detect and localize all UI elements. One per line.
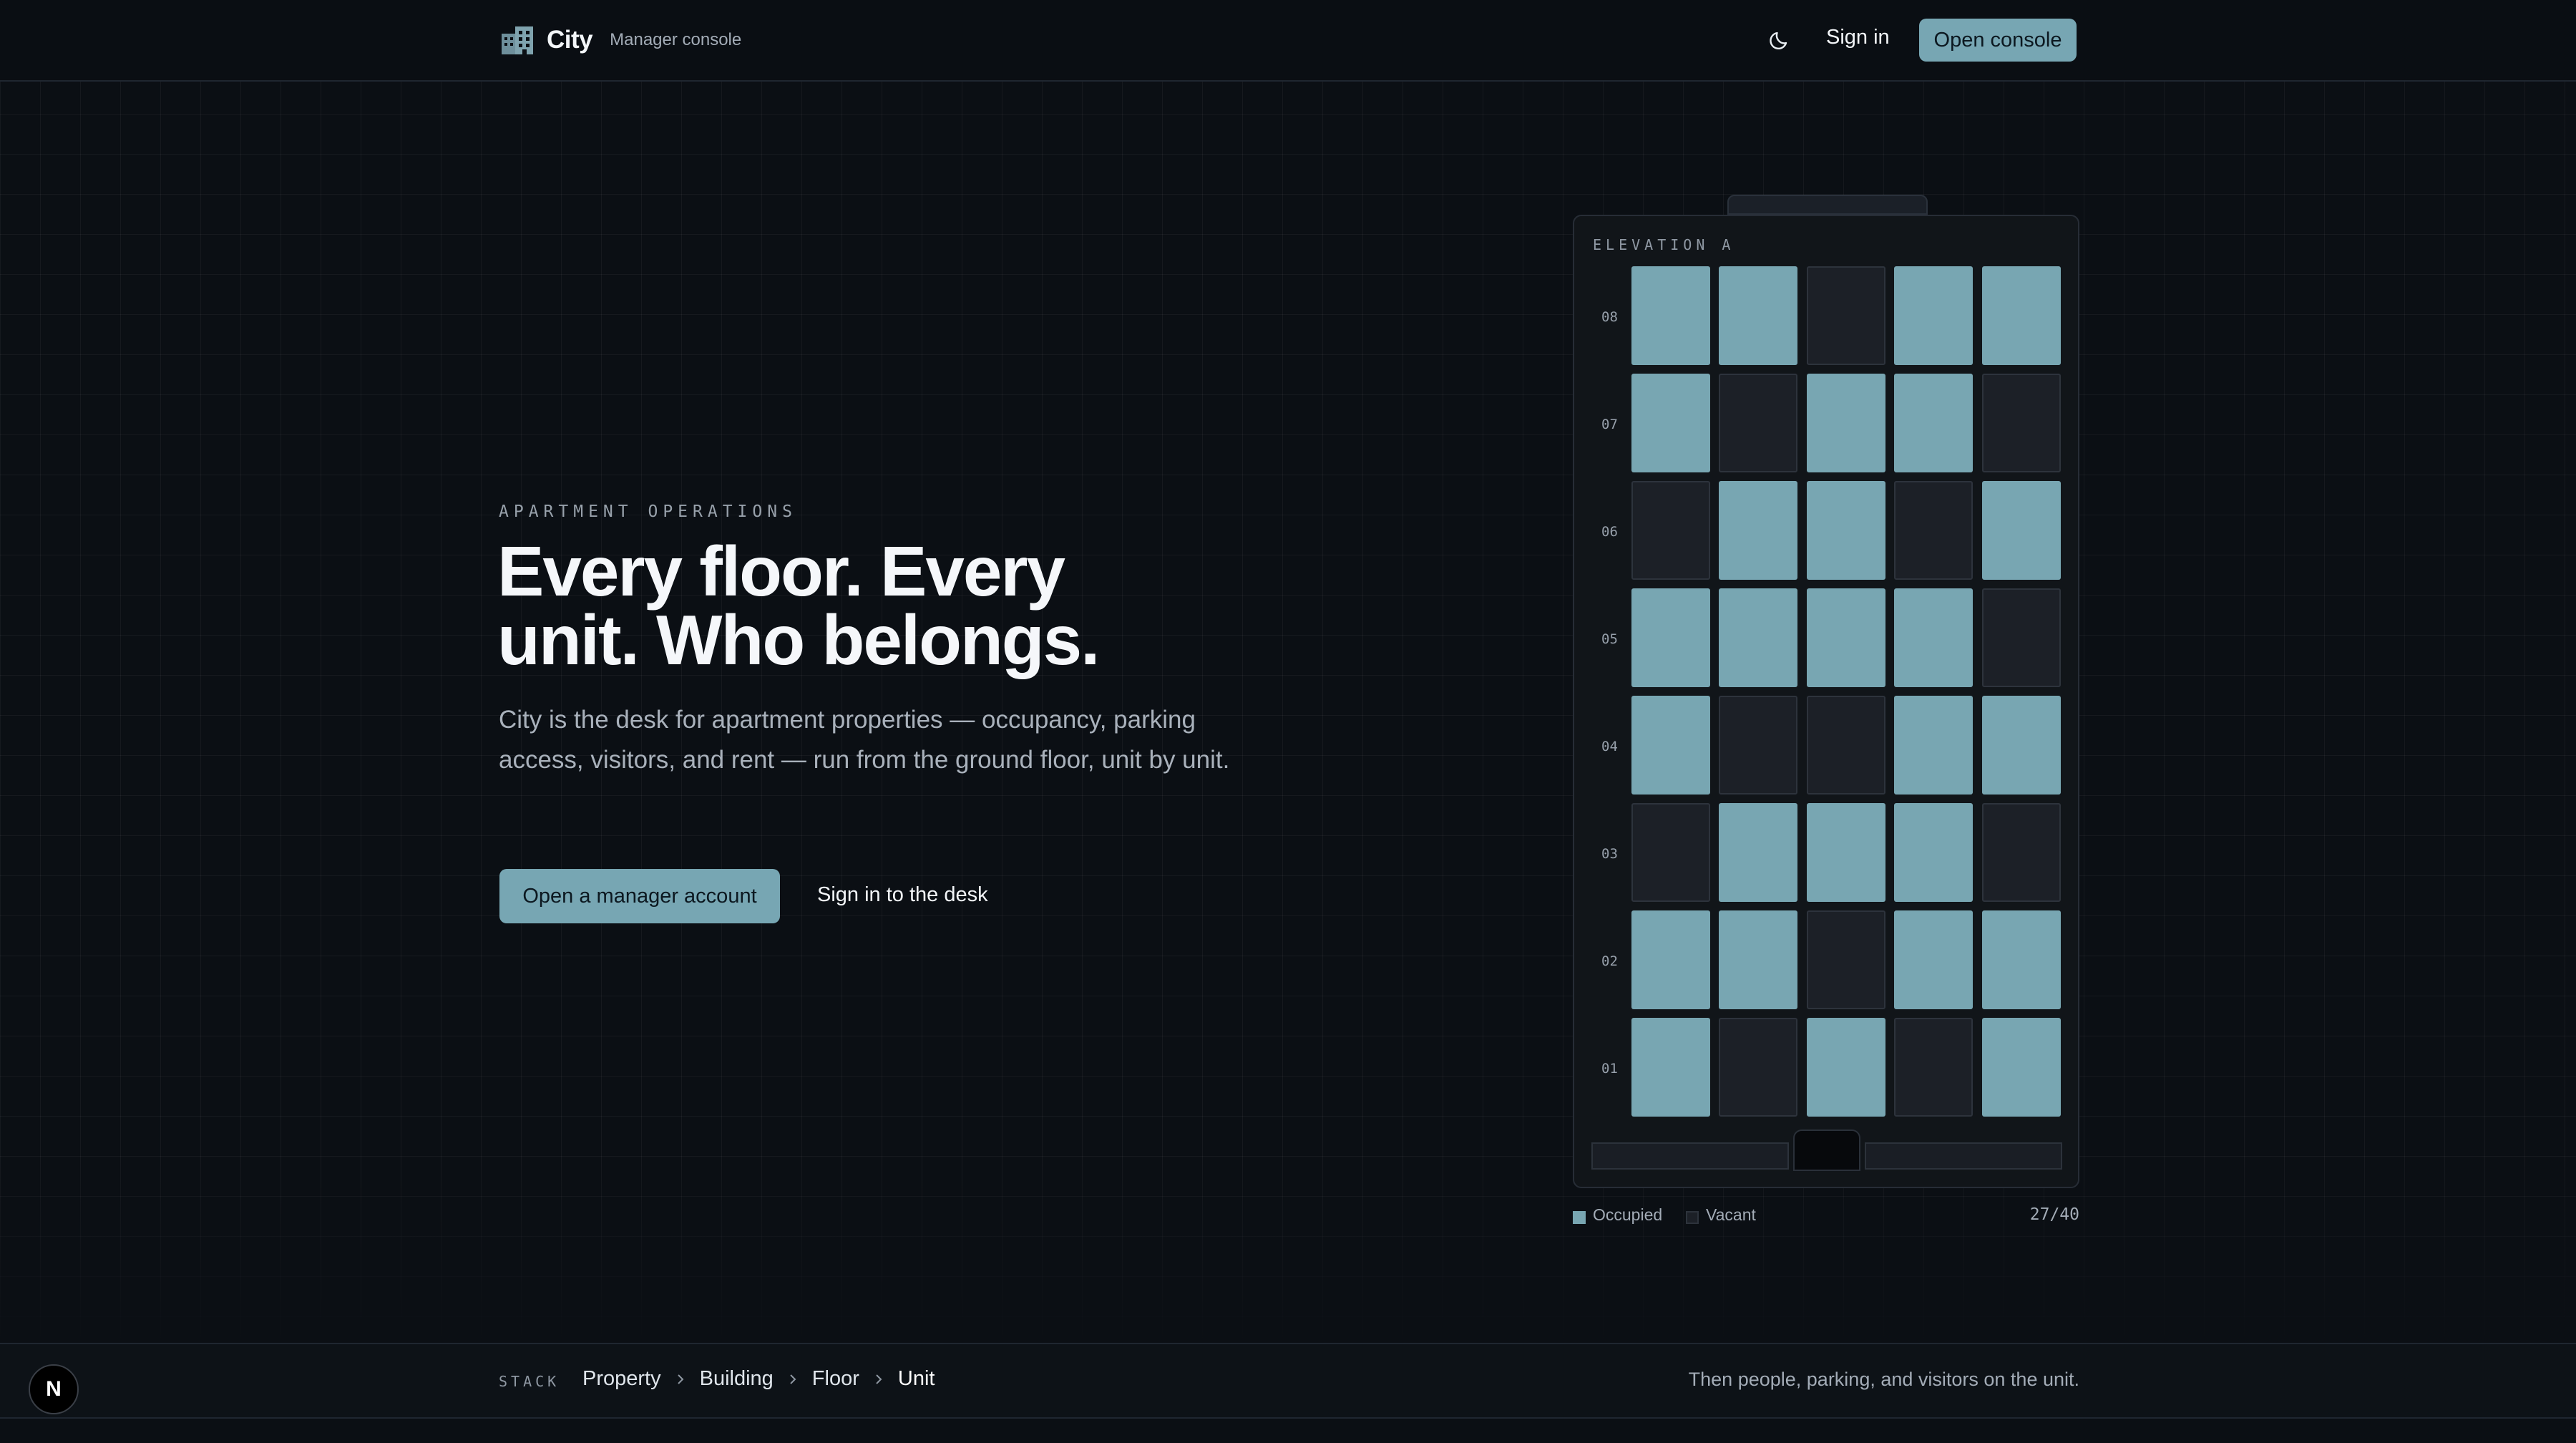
- hero-headline: Every floor. Every unit. Who belongs.: [497, 532, 1100, 679]
- floor-number: 05: [1601, 631, 1618, 647]
- unit-occupied[interactable]: [1894, 266, 1973, 365]
- chevron-right-icon: [876, 1374, 882, 1384]
- breadcrumb-floor[interactable]: Floor: [812, 1367, 859, 1391]
- chevron-right-icon: [790, 1374, 796, 1384]
- occupied-label: Occupied: [1593, 1205, 1663, 1224]
- top-nav: City Manager console Sign in Open consol…: [0, 0, 2576, 82]
- unit-vacant[interactable]: [1894, 1018, 1973, 1117]
- building-roof: [1727, 195, 1928, 215]
- footer-note: Then people, parking, and visitors on th…: [1688, 1369, 2079, 1390]
- floor-number: 02: [1601, 953, 1618, 969]
- unit-occupied[interactable]: [1894, 803, 1973, 902]
- unit-occupied[interactable]: [1719, 266, 1797, 365]
- brand[interactable]: City Manager console: [501, 24, 741, 56]
- unit-occupied[interactable]: [1807, 481, 1885, 580]
- unit-occupied[interactable]: [1982, 696, 2061, 795]
- grid-background: [0, 81, 2576, 1343]
- sign-in-desk-link[interactable]: Sign in to the desk: [817, 883, 988, 907]
- unit-vacant[interactable]: [1982, 803, 2061, 902]
- unit-occupied[interactable]: [1807, 803, 1885, 902]
- breadcrumb: Property Building Floor Unit: [582, 1367, 935, 1391]
- floor-number: 04: [1601, 739, 1618, 754]
- unit-occupied[interactable]: [1982, 1018, 2061, 1117]
- unit-occupied[interactable]: [1631, 1018, 1710, 1117]
- floor-row: 01: [1574, 1018, 2081, 1119]
- breadcrumb-property[interactable]: Property: [582, 1367, 661, 1391]
- floor-number: 03: [1601, 846, 1618, 862]
- unit-occupied[interactable]: [1719, 481, 1797, 580]
- sign-in-link[interactable]: Sign in: [1826, 26, 1890, 49]
- occupied-swatch: [1573, 1211, 1586, 1224]
- breadcrumb-unit[interactable]: Unit: [898, 1367, 935, 1391]
- unit-occupied[interactable]: [1631, 588, 1710, 687]
- brand-subtitle: Manager console: [610, 30, 742, 49]
- entrance-door: [1793, 1129, 1860, 1171]
- chevron-right-icon: [677, 1374, 684, 1384]
- hero-eyebrow: APARTMENT OPERATIONS: [499, 502, 797, 521]
- unit-vacant[interactable]: [1982, 374, 2061, 472]
- open-console-button[interactable]: Open console: [1919, 19, 2077, 62]
- occupancy-legend: Occupied Vacant 27/40: [1573, 1205, 2079, 1228]
- vacant-label: Vacant: [1706, 1205, 1756, 1224]
- unit-occupied[interactable]: [1894, 588, 1973, 687]
- brand-name: City: [547, 26, 593, 54]
- stack-label: STACK: [499, 1373, 560, 1390]
- unit-vacant[interactable]: [1631, 481, 1710, 580]
- unit-occupied[interactable]: [1894, 910, 1973, 1009]
- ground-floor-bar-right: [1865, 1142, 2062, 1170]
- building-icon: [502, 26, 533, 54]
- unit-vacant[interactable]: [1894, 481, 1973, 580]
- occupancy-count: 27/40: [2029, 1205, 2079, 1224]
- floor-number: 08: [1601, 309, 1618, 325]
- floor-row: 03: [1574, 803, 2081, 905]
- stack-footer: STACK Property Building Floor Unit Then peo…: [0, 1343, 2576, 1419]
- unit-vacant[interactable]: [1807, 266, 1885, 365]
- ground-floor-bar-left: [1591, 1142, 1789, 1170]
- moon-icon[interactable]: [1767, 27, 1792, 52]
- building-elevation: ELEVATION A 08 07 06 05 04 03 02 01: [1573, 215, 2079, 1188]
- elevation-label: ELEVATION A: [1593, 236, 1735, 253]
- unit-occupied[interactable]: [1982, 266, 2061, 365]
- floor-row: 02: [1574, 910, 2081, 1012]
- unit-vacant[interactable]: [1719, 374, 1797, 472]
- unit-vacant[interactable]: [1807, 696, 1885, 795]
- unit-occupied[interactable]: [1894, 696, 1973, 795]
- open-manager-account-button[interactable]: Open a manager account: [499, 869, 780, 923]
- vacant-swatch: [1686, 1211, 1699, 1224]
- unit-occupied[interactable]: [1719, 910, 1797, 1009]
- unit-vacant[interactable]: [1631, 803, 1710, 902]
- floor-row: 06: [1574, 481, 2081, 583]
- unit-occupied[interactable]: [1894, 374, 1973, 472]
- breadcrumb-building[interactable]: Building: [700, 1367, 774, 1391]
- unit-vacant[interactable]: [1807, 910, 1885, 1009]
- unit-occupied[interactable]: [1982, 481, 2061, 580]
- unit-occupied[interactable]: [1807, 1018, 1885, 1117]
- floor-number: 06: [1601, 524, 1618, 540]
- unit-occupied[interactable]: [1719, 588, 1797, 687]
- n-badge[interactable]: N: [29, 1364, 79, 1414]
- unit-occupied[interactable]: [1807, 374, 1885, 472]
- unit-occupied[interactable]: [1631, 374, 1710, 472]
- floor-row: 04: [1574, 696, 2081, 797]
- unit-occupied[interactable]: [1631, 696, 1710, 795]
- unit-vacant[interactable]: [1719, 1018, 1797, 1117]
- unit-vacant[interactable]: [1719, 696, 1797, 795]
- floor-number: 01: [1601, 1061, 1618, 1077]
- unit-occupied[interactable]: [1982, 910, 2061, 1009]
- unit-occupied[interactable]: [1719, 803, 1797, 902]
- unit-vacant[interactable]: [1982, 588, 2061, 687]
- unit-occupied[interactable]: [1631, 266, 1710, 365]
- unit-occupied[interactable]: [1631, 910, 1710, 1009]
- floor-row: 08: [1574, 266, 2081, 368]
- unit-occupied[interactable]: [1807, 588, 1885, 687]
- floor-number: 07: [1601, 417, 1618, 432]
- floor-row: 07: [1574, 374, 2081, 475]
- hero-description: City is the desk for apartment propertie…: [499, 706, 1230, 774]
- floor-row: 05: [1574, 588, 2081, 690]
